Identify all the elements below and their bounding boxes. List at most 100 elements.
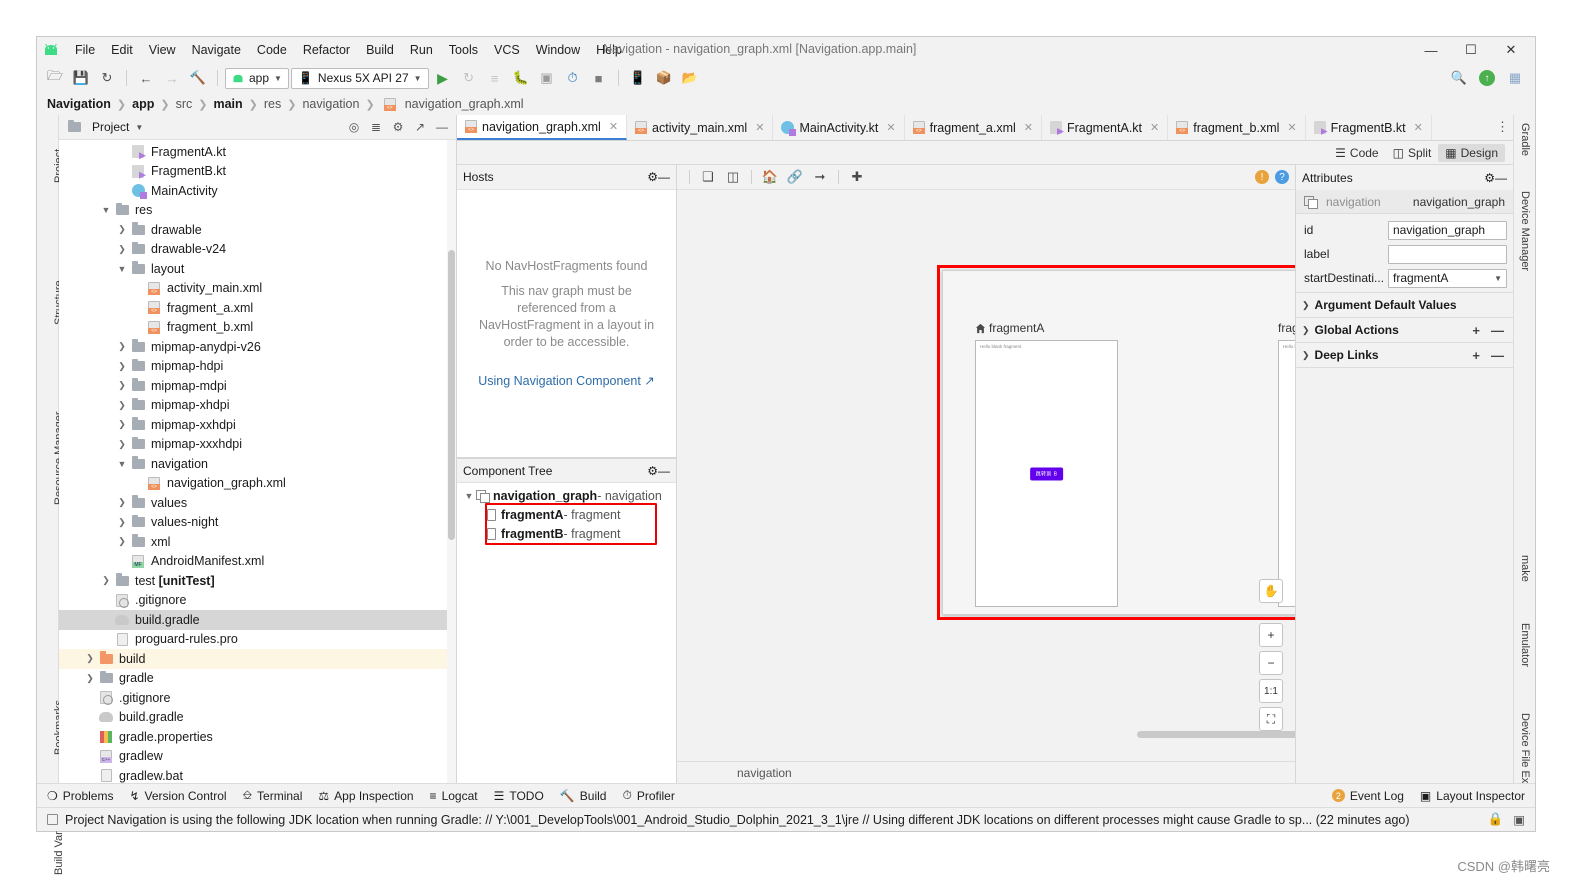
apply-code-changes-icon[interactable]: ≡	[483, 66, 507, 90]
device-file-icon[interactable]: 📂	[678, 66, 702, 90]
zoom-out-button[interactable]: −	[1259, 651, 1283, 675]
breadcrumb-item-0[interactable]: Navigation	[47, 97, 111, 111]
tree-item-mipmap-anydpi-v26[interactable]: ❯ mipmap-anydpi-v26	[59, 337, 456, 357]
close-button[interactable]: ✕	[1491, 37, 1531, 63]
minimize-icon-hosts[interactable]: —	[658, 170, 670, 184]
breadcrumb-item-1[interactable]: app	[132, 97, 154, 111]
breadcrumb-item-3[interactable]: main	[213, 97, 242, 111]
tree-item-gradlew-bat[interactable]: · gradlew.bat	[59, 766, 456, 783]
chevron-right-icon[interactable]: ❯	[115, 517, 129, 528]
layout-icon[interactable]: ▦	[1503, 66, 1527, 90]
tree-item-mipmap-xxhdpi[interactable]: ❯ mipmap-xxhdpi	[59, 415, 456, 435]
editor-tab-mainactivity-kt[interactable]: MainActivity.kt ✕	[773, 115, 905, 140]
menu-refactor[interactable]: Refactor	[295, 41, 358, 59]
canvas-horizontal-scroll-thumb[interactable]	[1137, 731, 1295, 738]
chevron-right-icon[interactable]: ❯	[83, 673, 97, 684]
zoom-actual-size-button[interactable]: 1:1	[1259, 679, 1283, 703]
tree-item--gitignore[interactable]: · .gitignore	[59, 688, 456, 708]
chevron-right-icon[interactable]: ❯	[115, 244, 129, 255]
chevron-right-icon[interactable]: ❯	[115, 419, 129, 430]
chevron-right-icon[interactable]: ❯	[99, 575, 113, 586]
tree-item-test-unittest-[interactable]: ❯ test [unitTest]	[59, 571, 456, 591]
tree-item-androidmanifest-xml[interactable]: · AndroidManifest.xml	[59, 552, 456, 572]
tree-item-fragment-b-xml[interactable]: · fragment_b.xml	[59, 318, 456, 338]
breadcrumb-item-2[interactable]: src	[176, 97, 193, 111]
attribute-input-id[interactable]: navigation_graph	[1388, 220, 1507, 240]
minimize-icon-tree[interactable]: —	[658, 464, 670, 478]
search-icon[interactable]: 🔍	[1447, 66, 1471, 90]
menu-file[interactable]: File	[67, 41, 103, 59]
mode-split-button[interactable]: ◫ Split	[1386, 144, 1439, 162]
close-icon[interactable]: ✕	[609, 120, 618, 133]
save-icon[interactable]: 💾	[69, 66, 93, 90]
attributes-section-argument-default-values[interactable]: ❯ Argument Default Values	[1296, 292, 1513, 317]
stop-icon[interactable]: ■	[587, 66, 611, 90]
attach-debugger-icon[interactable]: ▣	[535, 66, 559, 90]
bottom-item-build[interactable]: 🔨 Build	[560, 789, 607, 803]
chevron-right-icon[interactable]: ❯	[115, 341, 129, 352]
zoom-to-fit-icon[interactable]: ⛶	[1259, 707, 1283, 731]
debug-icon[interactable]: 🐛	[509, 66, 533, 90]
tree-item-navigation-graph-xml[interactable]: · navigation_graph.xml	[59, 474, 456, 494]
nested-graph-icon[interactable]: ◫	[722, 167, 744, 187]
editor-tab-activity-main-xml[interactable]: activity_main.xml ✕	[627, 115, 774, 140]
chevron-down-icon-ct[interactable]: ▼	[462, 491, 476, 501]
attribute-dropdown-start-destination[interactable]: fragmentA ▼	[1388, 268, 1507, 288]
auto-arrange-icon[interactable]: ✚	[846, 167, 868, 187]
breadcrumb-item-6[interactable]: navigation_graph.xml	[405, 97, 524, 111]
back-arrow-icon[interactable]: ←	[134, 66, 158, 90]
new-destination-icon[interactable]: ❏	[697, 167, 719, 187]
apply-changes-icon[interactable]: ↻	[457, 66, 481, 90]
tree-item-mipmap-xhdpi[interactable]: ❯ mipmap-xhdpi	[59, 396, 456, 416]
tree-item-drawable[interactable]: ❯ drawable	[59, 220, 456, 240]
chevron-right-icon[interactable]: ❯	[115, 380, 129, 391]
chevron-right-icon[interactable]: ❯	[83, 653, 97, 664]
add-action-icon[interactable]: ➞	[809, 167, 831, 187]
lock-icon[interactable]: 🔒	[1488, 812, 1504, 827]
tree-item-xml[interactable]: ❯ xml	[59, 532, 456, 552]
device-selector[interactable]: 📱 Nexus 5X API 27 ▼	[290, 67, 429, 89]
mode-code-button[interactable]: ☰ Code	[1328, 144, 1385, 162]
menu-run[interactable]: Run	[402, 41, 441, 59]
close-icon[interactable]: ✕	[1287, 121, 1296, 134]
profiler-icon[interactable]: ⏱	[561, 66, 585, 90]
rail-gradle[interactable]: Gradle	[1519, 123, 1531, 156]
chevron-down-icon[interactable]: ▼	[99, 205, 113, 215]
module-selector[interactable]: app ▼	[225, 67, 289, 89]
add-global-action-icon[interactable]: +	[1469, 323, 1483, 338]
bottom-item-layout-inspector[interactable]: ▣ Layout Inspector	[1420, 789, 1525, 803]
run-icon[interactable]: ▶	[431, 66, 455, 90]
tree-item-build[interactable]: ❯ build	[59, 649, 456, 669]
rail-emulator[interactable]: Emulator	[1519, 623, 1531, 667]
set-start-destination-icon[interactable]: 🏠	[759, 167, 781, 187]
editor-tab-fragmentb-kt[interactable]: FragmentB.kt ✕	[1306, 115, 1432, 140]
tree-item-drawable-v24[interactable]: ❯ drawable-v24	[59, 240, 456, 260]
collapse-icon[interactable]: ≣	[368, 119, 384, 135]
chevron-down-icon[interactable]: ▼	[115, 264, 129, 274]
close-icon[interactable]: ✕	[1024, 121, 1033, 134]
menu-view[interactable]: View	[141, 41, 184, 59]
add-deep-link-icon[interactable]: +	[1469, 348, 1483, 363]
tree-item-mainactivity[interactable]: · MainActivity	[59, 181, 456, 201]
settings-icon[interactable]: ⚙	[390, 119, 406, 135]
user-avatar[interactable]: ↑	[1479, 70, 1495, 86]
close-icon[interactable]: ✕	[755, 121, 764, 134]
sync-icon[interactable]: ↻	[95, 66, 119, 90]
menu-code[interactable]: Code	[249, 41, 295, 59]
tree-item-mipmap-xxxhdpi[interactable]: ❯ mipmap-xxxhdpi	[59, 435, 456, 455]
remove-deep-link-icon[interactable]: —	[1488, 348, 1507, 363]
chevron-right-icon[interactable]: ❯	[115, 536, 129, 547]
tree-item-mipmap-mdpi[interactable]: ❯ mipmap-mdpi	[59, 376, 456, 396]
tree-scrollbar-thumb[interactable]	[448, 250, 455, 540]
tree-item-layout[interactable]: ▼ layout	[59, 259, 456, 279]
add-deeplink-icon[interactable]: 🔗	[784, 167, 806, 187]
tree-item-proguard-rules-pro[interactable]: · proguard-rules.pro	[59, 630, 456, 650]
maximize-button[interactable]: ☐	[1451, 37, 1491, 63]
bottom-item-app-inspection[interactable]: ⚖ App Inspection	[318, 789, 413, 803]
chevron-right-icon[interactable]: ❯	[115, 361, 129, 372]
close-icon[interactable]: ✕	[1414, 121, 1423, 134]
hide-icon[interactable]: ↗	[412, 119, 428, 135]
notification-icon[interactable]: ▣	[1513, 812, 1525, 827]
forward-arrow-icon[interactable]: →	[160, 66, 184, 90]
menu-navigate[interactable]: Navigate	[184, 41, 249, 59]
